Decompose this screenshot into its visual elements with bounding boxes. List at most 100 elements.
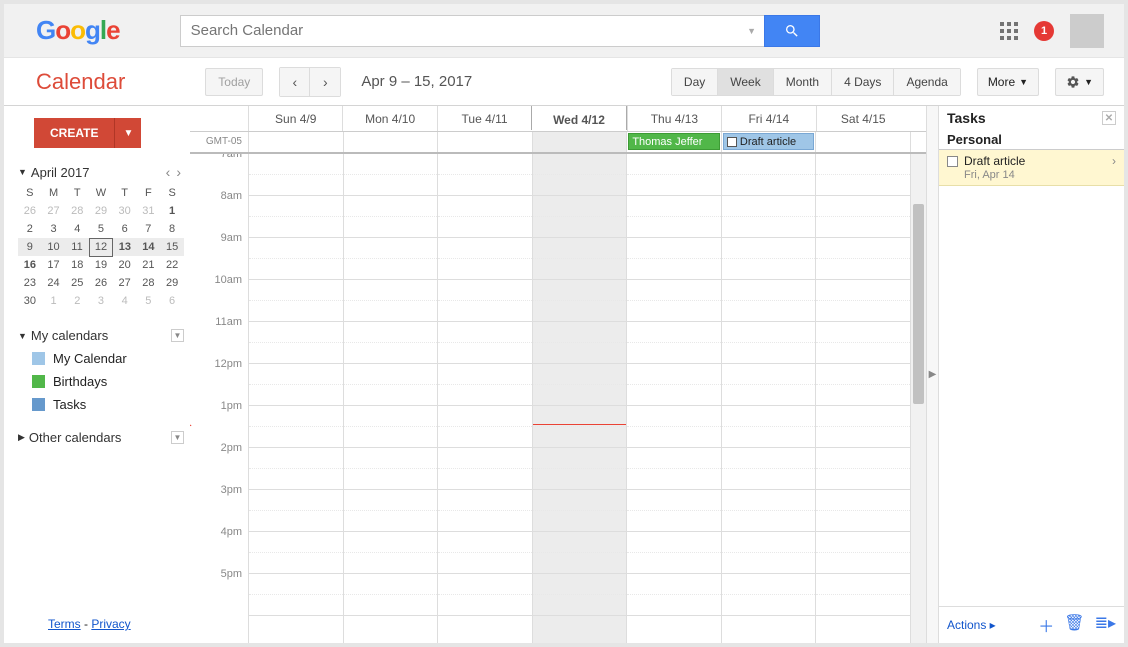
day-column[interactable] [437,154,532,643]
prev-button[interactable]: ‹ [280,68,310,96]
settings-button[interactable]: ▼ [1055,68,1104,96]
add-task-icon[interactable]: ＋ [1038,613,1054,637]
mini-cal-day[interactable]: 29 [89,202,113,220]
create-button[interactable]: CREATE [34,118,114,148]
mini-cal-day[interactable]: 1 [42,292,66,310]
allday-event[interactable]: Draft article [723,133,815,150]
day-header[interactable]: Sat 4/15 [816,106,910,131]
day-column[interactable] [343,154,438,643]
mini-cal-day[interactable]: 11 [65,238,89,256]
mini-cal-day[interactable]: 28 [137,274,161,292]
mini-cal-day[interactable]: 10 [42,238,66,256]
mini-cal-day[interactable]: 19 [89,256,113,274]
mini-cal-day[interactable]: 5 [89,220,113,238]
delete-task-icon[interactable]: 🗑 [1064,613,1084,637]
mini-cal-day[interactable]: 3 [42,220,66,238]
allday-cell[interactable] [248,132,343,152]
task-item[interactable]: Draft articleFri, Apr 14› [939,150,1124,186]
mini-cal-day[interactable]: 6 [113,220,137,238]
mini-cal-day[interactable]: 25 [65,274,89,292]
mini-cal-day[interactable]: 2 [65,292,89,310]
mini-cal-day[interactable]: 17 [42,256,66,274]
mini-cal-day[interactable]: 5 [137,292,161,310]
mini-cal-day[interactable]: 26 [18,202,42,220]
more-button[interactable]: More ▼ [977,68,1039,96]
task-checkbox[interactable] [947,156,958,167]
view-4-days[interactable]: 4 Days [832,69,894,95]
calendar-item[interactable]: Tasks [18,397,184,412]
tasks-list-name[interactable]: Personal [939,130,1124,150]
apps-icon[interactable] [1000,22,1018,40]
view-week[interactable]: Week [718,69,773,95]
day-column[interactable] [721,154,816,643]
mini-cal-day[interactable]: 3 [89,292,113,310]
next-button[interactable]: › [310,68,340,96]
mini-cal-day[interactable]: 31 [137,202,161,220]
day-column[interactable] [532,154,627,643]
day-column[interactable] [815,154,910,643]
mini-cal-day[interactable]: 8 [160,220,184,238]
task-list-menu-icon[interactable]: ≣▸ [1095,613,1116,637]
mini-cal-day[interactable]: 21 [137,256,161,274]
mini-cal-day[interactable]: 18 [65,256,89,274]
allday-cell[interactable] [437,132,532,152]
day-header[interactable]: Mon 4/10 [342,106,436,131]
mini-cal-day[interactable]: 16 [18,256,42,274]
day-header[interactable]: Thu 4/13 [627,106,721,131]
allday-cell[interactable] [343,132,438,152]
google-logo[interactable]: Google [36,15,120,46]
mini-cal-prev[interactable]: ‹ [163,164,174,180]
mini-cal-day[interactable]: 2 [18,220,42,238]
day-column[interactable] [248,154,343,643]
other-calendars-menu[interactable]: ▼ [171,431,184,444]
day-header[interactable]: Fri 4/14 [721,106,815,131]
day-header[interactable]: Wed 4/12 [531,106,626,130]
mini-cal-day[interactable]: 12 [89,238,113,256]
notifications-badge[interactable]: 1 [1034,21,1054,41]
allday-cell[interactable]: Draft article [721,132,816,152]
checkbox-icon[interactable] [727,137,737,147]
mini-cal-day[interactable]: 6 [160,292,184,310]
search-options-dropdown[interactable]: ▼ [740,15,764,47]
privacy-link[interactable]: Privacy [91,617,130,631]
mini-cal-day[interactable]: 26 [89,274,113,292]
calendar-item[interactable]: My Calendar [18,351,184,366]
mini-cal-day[interactable]: 30 [113,202,137,220]
mini-cal-day[interactable]: 29 [160,274,184,292]
mini-cal-day[interactable]: 20 [113,256,137,274]
search-button[interactable] [764,15,820,47]
mini-cal-day[interactable]: 4 [113,292,137,310]
create-dropdown[interactable]: ▼ [114,118,141,148]
view-day[interactable]: Day [672,69,718,95]
mini-cal-day[interactable]: 28 [65,202,89,220]
mini-cal-month[interactable]: April 2017 [31,165,90,180]
allday-cell[interactable] [532,132,627,152]
day-header[interactable]: Tue 4/11 [437,106,531,131]
mini-cal-day[interactable]: 13 [113,238,137,256]
tasks-collapse-handle[interactable]: ▶ [926,106,938,643]
mini-cal-day[interactable]: 7 [137,220,161,238]
tasks-close-button[interactable]: ✕ [1102,111,1116,125]
tasks-actions-button[interactable]: Actions ▸ [947,618,996,632]
mini-cal-day[interactable]: 4 [65,220,89,238]
allday-cell[interactable] [815,132,910,152]
mini-cal-day[interactable]: 9 [18,238,42,256]
day-header[interactable]: Sun 4/9 [248,106,342,131]
mini-cal-day[interactable]: 23 [18,274,42,292]
today-button[interactable]: Today [205,68,263,96]
allday-cell[interactable]: Thomas Jeffer [626,132,721,152]
mini-cal-day[interactable]: 27 [113,274,137,292]
mini-cal-next[interactable]: › [173,164,184,180]
mini-cal-day[interactable]: 27 [42,202,66,220]
account-avatar[interactable] [1070,14,1104,48]
search-input[interactable] [180,15,740,47]
mini-cal-day[interactable]: 22 [160,256,184,274]
mini-cal-day[interactable]: 30 [18,292,42,310]
mini-cal-day[interactable]: 15 [160,238,184,256]
my-calendars-header[interactable]: ▼My calendars ▼ [18,328,184,343]
allday-event[interactable]: Thomas Jeffer [628,133,720,150]
calendar-item[interactable]: Birthdays [18,374,184,389]
other-calendars-header[interactable]: ▶Other calendars ▼ [18,430,184,445]
view-month[interactable]: Month [774,69,832,95]
my-calendars-menu[interactable]: ▼ [171,329,184,342]
